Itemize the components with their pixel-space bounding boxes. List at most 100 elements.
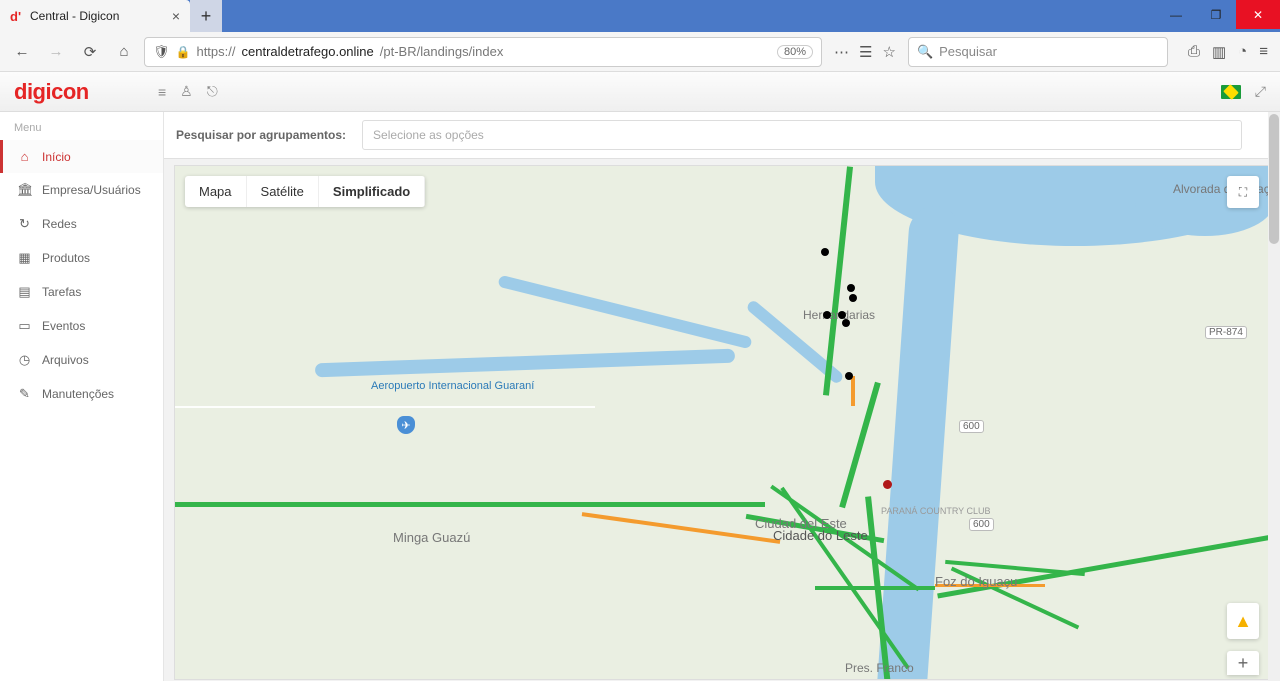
url-prefix: https:// bbox=[196, 44, 235, 59]
products-icon: ▦ bbox=[17, 250, 32, 266]
shield-icon: 🛡 bbox=[153, 44, 170, 60]
network-icon: ↻ bbox=[17, 216, 32, 232]
zoom-badge[interactable]: 80% bbox=[777, 45, 813, 59]
map-container[interactable]: Alvorada do Iguaçu Santa Terezinha de It… bbox=[174, 165, 1270, 680]
streetview-pegman[interactable]: ▲ bbox=[1227, 603, 1259, 639]
sidebar-item-produtos[interactable]: ▦ Produtos bbox=[0, 241, 163, 275]
company-icon: 🏛 bbox=[17, 182, 32, 198]
sidebar-item-empresa[interactable]: 🏛 Empresa/Usuários bbox=[0, 173, 163, 207]
home-icon: ⌂ bbox=[17, 149, 32, 164]
nav-forward-button[interactable]: → bbox=[42, 38, 70, 66]
browser-search-input[interactable]: 🔍 Pesquisar bbox=[908, 37, 1168, 67]
window-maximize-button[interactable]: ❐ bbox=[1196, 0, 1236, 29]
library-icon[interactable]: ⎙ bbox=[1188, 43, 1200, 61]
sidebar-item-eventos[interactable]: ▭ Eventos bbox=[0, 309, 163, 343]
menu-icon[interactable]: ≡ bbox=[1259, 43, 1268, 61]
browser-navbar: ← → ⟳ ⌂ 🛡 🔒 https://centraldetrafego.onl… bbox=[0, 32, 1280, 72]
label-parana-cc: PARANÁ COUNTRY CLUB bbox=[881, 506, 991, 516]
url-path: /pt-BR/landings/index bbox=[380, 44, 504, 59]
map-marker[interactable] bbox=[838, 311, 846, 319]
window-close-button[interactable]: ✕ bbox=[1236, 0, 1280, 29]
map-marker[interactable] bbox=[847, 284, 855, 292]
road-mesh3 bbox=[815, 586, 935, 590]
nav-home-button[interactable]: ⌂ bbox=[110, 38, 138, 66]
sidebar-item-manutencoes[interactable]: ✎ Manutenções bbox=[0, 377, 163, 411]
fullscreen-icon[interactable]: ⤢ bbox=[1255, 83, 1266, 100]
tab-title: Central - Digicon bbox=[30, 9, 119, 23]
sidebar-item-label: Manutenções bbox=[42, 387, 114, 401]
map-marker[interactable] bbox=[842, 319, 850, 327]
nav-back-button[interactable]: ← bbox=[8, 38, 36, 66]
view-satelite-button[interactable]: Satélite bbox=[247, 176, 319, 207]
filter-label: Pesquisar por agrupamentos: bbox=[176, 128, 346, 142]
tab-close-icon[interactable]: × bbox=[172, 8, 180, 24]
url-host: centraldetrafego.online bbox=[242, 44, 374, 59]
road-minor1 bbox=[175, 406, 595, 408]
sidebar-toggle-icon[interactable]: ▥ bbox=[1212, 43, 1226, 61]
label-minga-guazu: Minga Guazú bbox=[393, 530, 470, 545]
url-bar[interactable]: 🛡 🔒 https://centraldetrafego.online/pt-B… bbox=[144, 37, 822, 67]
map-marker[interactable] bbox=[821, 248, 829, 256]
url-action-icons: ⋯ ☰ ☆ bbox=[826, 43, 904, 61]
water-river bbox=[876, 206, 961, 680]
view-mapa-button[interactable]: Mapa bbox=[185, 176, 247, 207]
map-fullscreen-button[interactable]: ⛶ bbox=[1227, 176, 1259, 208]
events-icon: ▭ bbox=[17, 318, 32, 334]
sidebar-item-label: Início bbox=[42, 150, 71, 164]
label-cidade-do-leste: Cidade do Leste bbox=[773, 528, 868, 543]
route-600b: 600 bbox=[969, 518, 994, 531]
map-marker[interactable] bbox=[883, 480, 892, 489]
view-simplificado-button[interactable]: Simplificado bbox=[319, 176, 425, 207]
sidebar-item-label: Produtos bbox=[42, 251, 90, 265]
road-congestion1 bbox=[851, 376, 855, 406]
sidebar-item-inicio[interactable]: ⌂ Início bbox=[0, 140, 163, 173]
nav-reload-button[interactable]: ⟳ bbox=[76, 38, 104, 66]
filter-select[interactable]: Selecione as opções bbox=[362, 120, 1242, 150]
scrollbar-thumb[interactable] bbox=[1269, 114, 1279, 244]
sidebar-item-label: Arquivos bbox=[42, 353, 89, 367]
new-tab-button[interactable]: + bbox=[190, 0, 222, 32]
sidebar-item-label: Eventos bbox=[42, 319, 85, 333]
browser-tab[interactable]: d' Central - Digicon × bbox=[0, 0, 190, 32]
map-marker[interactable] bbox=[849, 294, 857, 302]
reader-icon[interactable]: ☰ bbox=[859, 43, 872, 61]
logout-icon[interactable]: ⎋ bbox=[207, 83, 218, 100]
url-bar-group: 🛡 🔒 https://centraldetrafego.online/pt-B… bbox=[144, 37, 1168, 67]
map-marker[interactable] bbox=[845, 372, 853, 380]
filter-bar: Pesquisar por agrupamentos: Selecione as… bbox=[164, 112, 1280, 159]
menu-toggle-icon[interactable]: ≡ bbox=[158, 84, 166, 100]
bookmark-star-icon[interactable]: ☆ bbox=[883, 43, 896, 61]
app-topbar: digicon ≡ ♙ ⎋ ⤢ bbox=[0, 72, 1280, 112]
airport-icon: ✈ bbox=[397, 416, 415, 434]
map-view-toggle: Mapa Satélite Simplificado bbox=[185, 176, 425, 207]
sidebar-item-label: Tarefas bbox=[42, 285, 81, 299]
water-trib1 bbox=[315, 349, 735, 378]
app-logo: digicon bbox=[14, 79, 144, 105]
user-icon[interactable]: ♙ bbox=[180, 83, 193, 100]
browser-titlebar: d' Central - Digicon × + — ❐ ✕ bbox=[0, 0, 1280, 32]
maintenance-icon: ✎ bbox=[17, 386, 32, 402]
search-placeholder: Pesquisar bbox=[939, 44, 997, 59]
more-icon[interactable]: ⋯ bbox=[834, 43, 849, 61]
sidebar-item-tarefas[interactable]: ▤ Tarefas bbox=[0, 275, 163, 309]
sidebar-item-redes[interactable]: ↻ Redes bbox=[0, 207, 163, 241]
water-trib2 bbox=[497, 275, 752, 350]
account-icon[interactable]: ◔ bbox=[1238, 43, 1247, 61]
sidebar: Menu ⌂ Início 🏛 Empresa/Usuários ↻ Redes… bbox=[0, 112, 164, 681]
label-foz: Foz do Iguaçu bbox=[935, 574, 1017, 589]
window-controls: — ❐ ✕ bbox=[1156, 0, 1280, 29]
map-background: Alvorada do Iguaçu Santa Terezinha de It… bbox=[175, 166, 1269, 679]
map-marker[interactable] bbox=[823, 311, 831, 319]
brazil-flag-icon[interactable] bbox=[1221, 85, 1241, 99]
window-minimize-button[interactable]: — bbox=[1156, 0, 1196, 29]
content-scrollbar[interactable] bbox=[1268, 112, 1280, 681]
files-icon: ◷ bbox=[17, 352, 32, 368]
route-600a: 600 bbox=[959, 420, 984, 433]
road-main-n bbox=[823, 166, 853, 395]
sidebar-item-label: Empresa/Usuários bbox=[42, 183, 141, 197]
route-pr874: PR-874 bbox=[1205, 326, 1247, 339]
search-icon: 🔍 bbox=[917, 44, 933, 60]
sidebar-item-arquivos[interactable]: ◷ Arquivos bbox=[0, 343, 163, 377]
label-aeropuerto: Aeropuerto Internacional Guaraní bbox=[371, 380, 534, 392]
map-zoom-in-button[interactable]: + bbox=[1227, 651, 1259, 675]
